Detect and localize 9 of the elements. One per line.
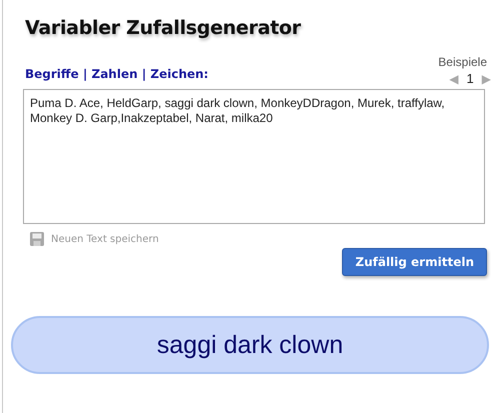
previous-button[interactable]: ◀ bbox=[449, 72, 459, 86]
examples-label: Beispiele bbox=[438, 55, 487, 69]
input-label: Begriffe | Zahlen | Zeichen: bbox=[25, 67, 208, 81]
page-number: 1 bbox=[466, 71, 474, 86]
page-title: Variabler Zufallsgenerator bbox=[25, 17, 302, 39]
next-button[interactable]: ▶ bbox=[482, 72, 491, 86]
randomize-button[interactable]: Zufällig ermitteln bbox=[342, 248, 487, 276]
result-display: saggi dark clown bbox=[11, 316, 489, 374]
text-input-field[interactable]: Puma D. Ace, HeldGarp, saggi dark clown, MonkeyDDragon, Murek, traffylaw, Monkey D. Garp,Inakzeptabel, Narat, milka20 bbox=[23, 89, 485, 224]
